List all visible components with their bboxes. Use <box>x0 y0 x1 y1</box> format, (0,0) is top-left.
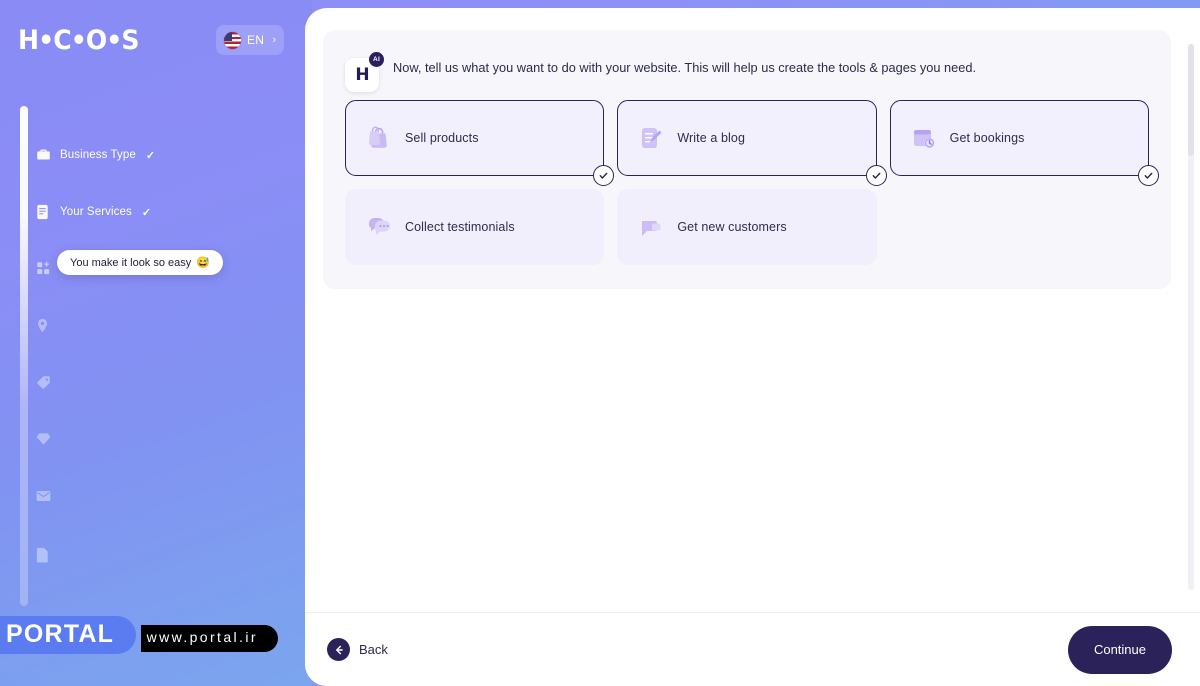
sidebar-item-label: Business Type <box>60 149 136 161</box>
selected-check-icon <box>1138 165 1159 186</box>
apps-add-icon <box>36 261 51 278</box>
panel-footer: Back Continue <box>305 613 1200 686</box>
sidebar-item-label: Your Services <box>60 206 132 218</box>
watermark-url-band: www.portal.ir <box>140 625 278 652</box>
watermark-title-band: PORTAL <box>0 616 137 654</box>
smiling-sweat-emoji-icon: 😅 <box>196 257 210 269</box>
portal-watermark: PORTAL www.portal.ir <box>0 616 278 654</box>
continue-button[interactable]: Continue <box>1067 625 1172 674</box>
scrollbar-track[interactable] <box>1188 44 1194 590</box>
option-label: Get new customers <box>677 220 787 234</box>
selected-check-icon <box>865 165 887 186</box>
option-label: Sell products <box>405 131 479 145</box>
document-list-icon <box>36 204 51 221</box>
option-card-get-bookings[interactable]: Get bookings <box>889 100 1159 186</box>
language-switcher[interactable]: EN › <box>216 25 284 55</box>
left-sidebar: H•C•O•S EN › Business Type ✓ Your Servic… <box>0 0 312 686</box>
question-text: Now, tell us what you want to do with yo… <box>393 60 977 75</box>
sidebar-item-your-services[interactable]: Your Services ✓ <box>36 201 151 223</box>
sidebar-item-contact[interactable] <box>36 487 60 509</box>
sidebar-item-pricing[interactable] <box>36 372 60 394</box>
progress-rail <box>20 106 28 606</box>
arrow-left-icon <box>327 638 350 661</box>
encouragement-tooltip: You make it look so easy 😅 <box>57 250 223 275</box>
megaphone-icon <box>638 214 664 240</box>
note-pencil-icon <box>638 125 664 151</box>
scrollbar-thumb[interactable] <box>1188 44 1194 156</box>
gem-icon <box>36 432 51 449</box>
sidebar-item-pages[interactable] <box>36 544 60 566</box>
selected-check-icon <box>593 165 615 186</box>
sidebar-item-location[interactable] <box>36 315 60 337</box>
back-button[interactable]: Back <box>327 638 388 661</box>
shopping-bag-icon <box>366 125 392 151</box>
chat-quote-icon <box>366 214 392 240</box>
check-icon: ✓ <box>141 206 152 219</box>
page-icon <box>36 547 51 564</box>
option-card-sell-products[interactable]: Sell products <box>345 100 615 186</box>
assistant-logo-mark: H <box>355 64 369 85</box>
chevron-right-icon: › <box>272 33 276 46</box>
briefcase-icon <box>36 147 51 164</box>
watermark-url: www.portal.ir <box>146 629 258 645</box>
us-flag-icon <box>224 31 241 49</box>
option-label: Collect testimonials <box>405 220 515 234</box>
option-card-get-new-customers[interactable]: Get new customers <box>617 189 877 265</box>
option-label: Write a blog <box>677 131 745 145</box>
watermark-title: PORTAL <box>6 620 115 648</box>
check-icon: ✓ <box>145 149 156 162</box>
question-block: H AI Now, tell us what you want to do wi… <box>323 30 1171 289</box>
calendar-clock-icon <box>911 125 937 151</box>
location-pin-icon <box>36 318 51 335</box>
sidebar-item-business-type[interactable]: Business Type ✓ <box>36 144 155 166</box>
main-panel: H AI Now, tell us what you want to do wi… <box>305 8 1200 686</box>
envelope-icon <box>36 490 51 507</box>
options-grid: Sell products Write a blog Get bookings … <box>345 100 1159 265</box>
language-code: EN <box>247 33 265 47</box>
panel-scroll-area: H AI Now, tell us what you want to do wi… <box>305 8 1200 613</box>
back-button-label: Back <box>359 642 388 657</box>
sidebar-item-style[interactable] <box>36 429 60 451</box>
option-label: Get bookings <box>949 131 1025 145</box>
option-card-write-a-blog[interactable]: Write a blog <box>617 100 887 186</box>
brand-logo[interactable]: H•C•O•S <box>18 27 139 54</box>
option-card-collect-testimonials[interactable]: Collect testimonials <box>345 189 605 265</box>
tag-icon <box>36 375 51 392</box>
ai-assistant-avatar: H AI <box>345 52 384 92</box>
tooltip-text: You make it look so easy <box>70 256 192 269</box>
ai-badge: AI <box>369 52 384 67</box>
